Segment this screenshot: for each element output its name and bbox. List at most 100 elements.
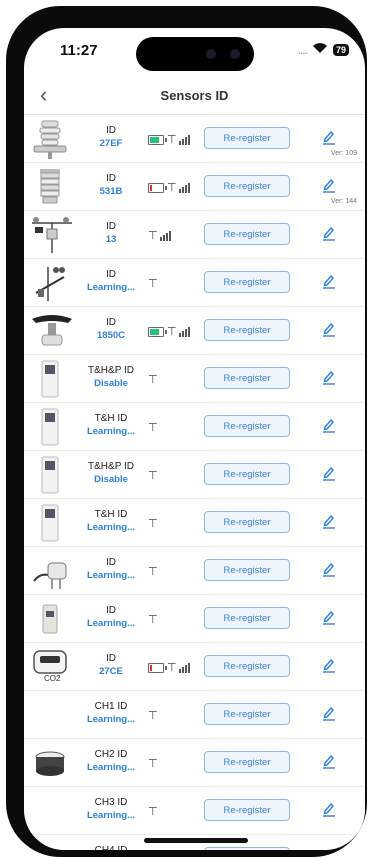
signal-bar bbox=[187, 183, 190, 193]
signal-indicator: ⊤ bbox=[148, 565, 159, 578]
antenna-icon: ⊤ bbox=[148, 758, 158, 770]
edit-icon[interactable] bbox=[322, 705, 336, 721]
re-register-button[interactable]: Re-register bbox=[204, 751, 290, 773]
antenna-icon: ⊤ bbox=[167, 182, 177, 194]
signal-indicator: ⊤ bbox=[148, 757, 159, 770]
re-register-button[interactable]: Re-register bbox=[204, 799, 290, 821]
edit-icon[interactable] bbox=[322, 513, 336, 529]
battery-icon bbox=[148, 183, 167, 193]
signal-bar bbox=[165, 233, 168, 241]
edit-icon[interactable] bbox=[322, 321, 336, 337]
sensor-row: ID 13 ⊤ Re-register bbox=[24, 211, 365, 259]
page-title: Sensors ID bbox=[160, 88, 229, 103]
signal-bar bbox=[184, 185, 187, 193]
re-register-button[interactable]: Re-register bbox=[204, 607, 290, 629]
device-caption: CO2 bbox=[44, 674, 61, 683]
re-register-button[interactable]: Re-register bbox=[204, 847, 290, 850]
sensor-id-value: Learning... bbox=[86, 426, 136, 437]
status-time: 11:27 bbox=[60, 42, 98, 59]
edit-icon[interactable] bbox=[322, 561, 336, 577]
sensor-row: ID Learning... ⊤ Re-register bbox=[24, 547, 365, 595]
re-register-button[interactable]: Re-register bbox=[204, 559, 290, 581]
edit-icon[interactable] bbox=[322, 801, 336, 817]
edit-icon[interactable] bbox=[322, 417, 336, 433]
sensor-id-value: Disable bbox=[94, 474, 128, 485]
sensor-array-image bbox=[30, 119, 76, 159]
edit-icon[interactable] bbox=[322, 465, 336, 481]
pool-float-image bbox=[30, 743, 76, 783]
re-register-button[interactable]: Re-register bbox=[204, 271, 290, 293]
edit-icon[interactable] bbox=[322, 369, 336, 385]
sensor-row: ID Learning... ⊤ Re-register bbox=[24, 259, 365, 307]
sensor-row: CH2 ID Learning... ⊤ Re-register bbox=[24, 739, 365, 787]
re-register-button[interactable]: Re-register bbox=[204, 319, 290, 341]
re-register-button[interactable]: Re-register bbox=[204, 127, 290, 149]
sensor-id-label: ID bbox=[106, 653, 116, 664]
re-register-button[interactable]: Re-register bbox=[204, 175, 290, 197]
signal-bar bbox=[184, 665, 187, 673]
edit-icon[interactable] bbox=[322, 225, 336, 241]
sensor-id-label: ID bbox=[106, 269, 116, 280]
edit-icon[interactable] bbox=[322, 657, 336, 673]
sensor-row: T&H&P ID Disable ⊤ Re-register bbox=[24, 355, 365, 403]
sensor-id-label: ID bbox=[106, 173, 116, 184]
battery-icon bbox=[148, 327, 167, 337]
sensor-id-block: T&H&P ID Disable bbox=[72, 460, 150, 486]
sensor-id-block: ID Learning... bbox=[72, 268, 150, 294]
sensor-id-block: CH1 ID Learning... bbox=[72, 700, 150, 726]
signal-indicator: ⊤ bbox=[148, 325, 190, 338]
home-indicator[interactable] bbox=[144, 838, 248, 843]
re-register-button[interactable]: Re-register bbox=[204, 367, 290, 389]
re-register-button[interactable]: Re-register bbox=[204, 511, 290, 533]
system-icons: .... 79 bbox=[298, 42, 349, 57]
phone-screen: 11:27 .... 79 ‹ Sensors ID ID 27EF ⊤ Re-reg… bbox=[24, 28, 365, 850]
re-register-button[interactable]: Re-register bbox=[204, 655, 290, 677]
antenna-icon: ⊤ bbox=[148, 230, 158, 242]
sensor-id-value: 27CE bbox=[99, 666, 123, 677]
sensor-row: T&H&P ID Disable ⊤ Re-register bbox=[24, 451, 365, 499]
wifi-icon bbox=[312, 42, 328, 57]
sensor-id-value: Disable bbox=[94, 378, 128, 389]
sensor-id-block: T&H ID Learning... bbox=[72, 508, 150, 534]
signal-bar bbox=[178, 141, 181, 145]
sensor-id-block: ID Learning... bbox=[72, 604, 150, 630]
edit-icon[interactable] bbox=[322, 609, 336, 625]
sensor-id-value: Learning... bbox=[86, 618, 136, 629]
sensor-id-label: CH1 ID bbox=[94, 701, 128, 712]
edit-icon[interactable] bbox=[322, 129, 336, 145]
sensor-id-block: CH4 IDLearning... bbox=[72, 844, 150, 850]
thp-sensor-image bbox=[30, 455, 76, 495]
camera-dot bbox=[230, 49, 240, 59]
re-register-button[interactable]: Re-register bbox=[204, 415, 290, 437]
antenna-icon: ⊤ bbox=[167, 326, 177, 338]
sensor-id-block: CH2 ID Learning... bbox=[72, 748, 150, 774]
re-register-button[interactable]: Re-register bbox=[204, 703, 290, 725]
edit-icon[interactable] bbox=[322, 753, 336, 769]
th-sensor-image bbox=[30, 503, 76, 543]
sensor-dot bbox=[206, 49, 216, 59]
sensor-id-label: ID bbox=[106, 125, 116, 136]
edit-icon[interactable] bbox=[322, 273, 336, 289]
signal-indicator: ⊤ bbox=[148, 373, 159, 386]
firmware-version: Ver: 144 bbox=[330, 198, 357, 205]
sensor-id-value: 13 bbox=[105, 234, 117, 245]
sensor-id-label: ID bbox=[106, 221, 116, 232]
signal-bar bbox=[187, 663, 190, 673]
antenna-icon: ⊤ bbox=[167, 662, 177, 674]
signal-bar bbox=[168, 231, 171, 241]
sensor-id-label: CH3 ID bbox=[94, 797, 128, 808]
sensor-id-value: Learning... bbox=[86, 762, 136, 773]
signal-bar bbox=[181, 667, 184, 673]
re-register-button[interactable]: Re-register bbox=[204, 463, 290, 485]
antenna-icon: ⊤ bbox=[148, 374, 158, 386]
edit-icon[interactable] bbox=[322, 177, 336, 193]
sensor-row: T&H ID Learning... ⊤ Re-register bbox=[24, 403, 365, 451]
antenna-icon: ⊤ bbox=[148, 422, 158, 434]
antenna-icon: ⊤ bbox=[148, 278, 158, 290]
edit-icon[interactable] bbox=[322, 849, 336, 850]
signal-bar bbox=[187, 135, 190, 145]
sensor-id-value: 27EF bbox=[99, 138, 123, 149]
re-register-button[interactable]: Re-register bbox=[204, 223, 290, 245]
signal-indicator: ⊤ bbox=[148, 277, 159, 290]
antenna-icon: ⊤ bbox=[148, 470, 158, 482]
